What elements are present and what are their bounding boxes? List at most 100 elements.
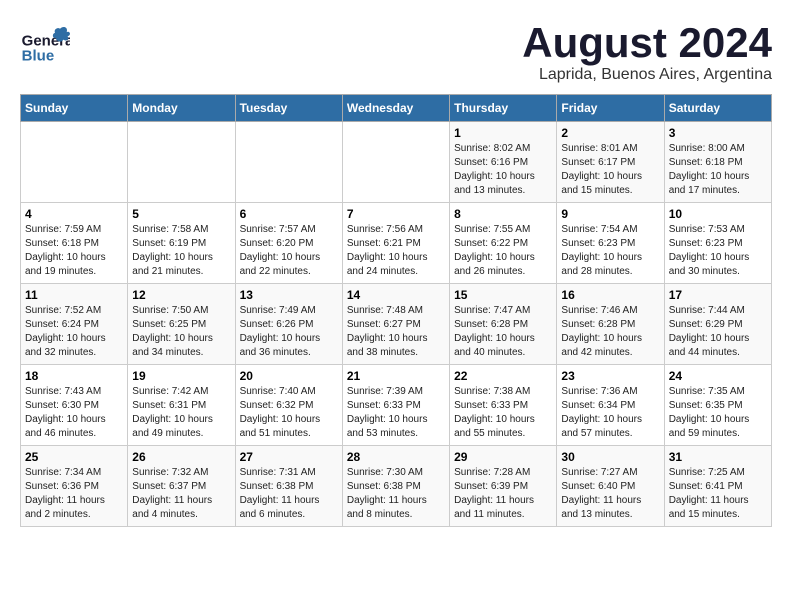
title-block: August 2024 Laprida, Buenos Aires, Argen… (522, 20, 772, 84)
day-number: 24 (669, 369, 767, 383)
day-number: 17 (669, 288, 767, 302)
day-number: 31 (669, 450, 767, 464)
day-info: Sunrise: 8:00 AM Sunset: 6:18 PM Dayligh… (669, 142, 767, 198)
calendar-cell (235, 122, 342, 203)
day-number: 4 (25, 207, 123, 221)
day-info: Sunrise: 7:55 AM Sunset: 6:22 PM Dayligh… (454, 223, 552, 279)
day-number: 13 (240, 288, 338, 302)
calendar-cell: 2 Sunrise: 8:01 AM Sunset: 6:17 PM Daylig… (557, 122, 664, 203)
weekday-header-row: SundayMondayTuesdayWednesdayThursdayFrid… (21, 95, 772, 122)
day-info: Sunrise: 7:58 AM Sunset: 6:19 PM Dayligh… (132, 223, 230, 279)
calendar-week-row: 1Sunrise: 8:02 AM Sunset: 6:16 PM Daylig… (21, 122, 772, 203)
day-number: 15 (454, 288, 552, 302)
calendar-cell: 16 Sunrise: 7:46 AM Sunset: 6:28 PM Dayli… (557, 284, 664, 365)
day-number: 9 (561, 207, 659, 221)
day-info: Sunrise: 7:32 AM Sunset: 6:37 PM Dayligh… (132, 466, 230, 522)
calendar-cell: 3 Sunrise: 8:00 AM Sunset: 6:18 PM Daylig… (664, 122, 771, 203)
calendar-cell: 24 Sunrise: 7:35 AM Sunset: 6:35 PM Dayli… (664, 365, 771, 446)
weekday-header-friday: Friday (557, 95, 664, 122)
calendar-cell: 4 Sunrise: 7:59 AM Sunset: 6:18 PM Daylig… (21, 203, 128, 284)
calendar-cell: 15Sunrise: 7:47 AM Sunset: 6:28 PM Dayli… (450, 284, 557, 365)
day-number: 2 (561, 126, 659, 140)
day-info: Sunrise: 7:59 AM Sunset: 6:18 PM Dayligh… (25, 223, 123, 279)
calendar-cell: 20 Sunrise: 7:40 AM Sunset: 6:32 PM Dayli… (235, 365, 342, 446)
weekday-header-tuesday: Tuesday (235, 95, 342, 122)
calendar-cell: 26Sunrise: 7:32 AM Sunset: 6:37 PM Dayli… (128, 446, 235, 527)
day-info: Sunrise: 7:46 AM Sunset: 6:28 PM Dayligh… (561, 304, 659, 360)
page-subtitle: Laprida, Buenos Aires, Argentina (522, 66, 772, 84)
day-info: Sunrise: 7:31 AM Sunset: 6:38 PM Dayligh… (240, 466, 338, 522)
day-info: Sunrise: 7:43 AM Sunset: 6:30 PM Dayligh… (25, 385, 123, 441)
day-info: Sunrise: 7:56 AM Sunset: 6:21 PM Dayligh… (347, 223, 445, 279)
day-number: 5 (132, 207, 230, 221)
day-number: 12 (132, 288, 230, 302)
calendar-cell: 9 Sunrise: 7:54 AM Sunset: 6:23 PM Daylig… (557, 203, 664, 284)
calendar-cell: 30Sunrise: 7:27 AM Sunset: 6:40 PM Dayli… (557, 446, 664, 527)
weekday-header-saturday: Saturday (664, 95, 771, 122)
logo-icon: General Blue (20, 20, 70, 70)
calendar-cell: 23Sunrise: 7:36 AM Sunset: 6:34 PM Dayli… (557, 365, 664, 446)
day-number: 7 (347, 207, 445, 221)
calendar-cell: 31 Sunrise: 7:25 AM Sunset: 6:41 PM Dayli… (664, 446, 771, 527)
calendar-cell: 28 Sunrise: 7:30 AM Sunset: 6:38 PM Dayli… (342, 446, 449, 527)
day-info: Sunrise: 7:38 AM Sunset: 6:33 PM Dayligh… (454, 385, 552, 441)
day-number: 20 (240, 369, 338, 383)
calendar-cell: 14Sunrise: 7:48 AM Sunset: 6:27 PM Dayli… (342, 284, 449, 365)
calendar-cell: 10 Sunrise: 7:53 AM Sunset: 6:23 PM Dayli… (664, 203, 771, 284)
day-info: Sunrise: 7:30 AM Sunset: 6:38 PM Dayligh… (347, 466, 445, 522)
calendar-cell (342, 122, 449, 203)
calendar-week-row: 18 Sunrise: 7:43 AM Sunset: 6:30 PM Dayli… (21, 365, 772, 446)
calendar-cell: 18 Sunrise: 7:43 AM Sunset: 6:30 PM Dayli… (21, 365, 128, 446)
day-info: Sunrise: 7:50 AM Sunset: 6:25 PM Dayligh… (132, 304, 230, 360)
calendar-cell: 13 Sunrise: 7:49 AM Sunset: 6:26 PM Dayli… (235, 284, 342, 365)
calendar-cell: 8Sunrise: 7:55 AM Sunset: 6:22 PM Daylig… (450, 203, 557, 284)
calendar-cell: 21 Sunrise: 7:39 AM Sunset: 6:33 PM Dayli… (342, 365, 449, 446)
day-info: Sunrise: 7:28 AM Sunset: 6:39 PM Dayligh… (454, 466, 552, 522)
calendar-cell: 7 Sunrise: 7:56 AM Sunset: 6:21 PM Daylig… (342, 203, 449, 284)
day-info: Sunrise: 7:54 AM Sunset: 6:23 PM Dayligh… (561, 223, 659, 279)
day-info: Sunrise: 7:42 AM Sunset: 6:31 PM Dayligh… (132, 385, 230, 441)
day-info: Sunrise: 7:34 AM Sunset: 6:36 PM Dayligh… (25, 466, 123, 522)
day-number: 18 (25, 369, 123, 383)
day-info: Sunrise: 8:01 AM Sunset: 6:17 PM Dayligh… (561, 142, 659, 198)
day-number: 29 (454, 450, 552, 464)
page-title: August 2024 (522, 20, 772, 66)
calendar-cell (128, 122, 235, 203)
day-number: 30 (561, 450, 659, 464)
day-number: 3 (669, 126, 767, 140)
day-number: 28 (347, 450, 445, 464)
day-number: 16 (561, 288, 659, 302)
day-info: Sunrise: 7:57 AM Sunset: 6:20 PM Dayligh… (240, 223, 338, 279)
calendar-cell: 11Sunrise: 7:52 AM Sunset: 6:24 PM Dayli… (21, 284, 128, 365)
day-number: 19 (132, 369, 230, 383)
weekday-header-wednesday: Wednesday (342, 95, 449, 122)
day-info: Sunrise: 7:25 AM Sunset: 6:41 PM Dayligh… (669, 466, 767, 522)
day-info: Sunrise: 7:48 AM Sunset: 6:27 PM Dayligh… (347, 304, 445, 360)
weekday-header-sunday: Sunday (21, 95, 128, 122)
day-number: 21 (347, 369, 445, 383)
calendar-cell: 25Sunrise: 7:34 AM Sunset: 6:36 PM Dayli… (21, 446, 128, 527)
day-number: 11 (25, 288, 123, 302)
day-number: 22 (454, 369, 552, 383)
day-info: Sunrise: 7:44 AM Sunset: 6:29 PM Dayligh… (669, 304, 767, 360)
calendar-week-row: 11Sunrise: 7:52 AM Sunset: 6:24 PM Dayli… (21, 284, 772, 365)
day-number: 23 (561, 369, 659, 383)
svg-text:Blue: Blue (22, 47, 55, 64)
calendar-week-row: 4 Sunrise: 7:59 AM Sunset: 6:18 PM Daylig… (21, 203, 772, 284)
day-info: Sunrise: 7:53 AM Sunset: 6:23 PM Dayligh… (669, 223, 767, 279)
day-info: Sunrise: 7:35 AM Sunset: 6:35 PM Dayligh… (669, 385, 767, 441)
calendar-cell: 29 Sunrise: 7:28 AM Sunset: 6:39 PM Dayli… (450, 446, 557, 527)
weekday-header-thursday: Thursday (450, 95, 557, 122)
day-info: Sunrise: 7:40 AM Sunset: 6:32 PM Dayligh… (240, 385, 338, 441)
day-info: Sunrise: 7:39 AM Sunset: 6:33 PM Dayligh… (347, 385, 445, 441)
page-header: General Blue August 2024 Laprida, Buenos… (20, 20, 772, 84)
day-number: 10 (669, 207, 767, 221)
calendar-cell: 27 Sunrise: 7:31 AM Sunset: 6:38 PM Dayli… (235, 446, 342, 527)
calendar-week-row: 25Sunrise: 7:34 AM Sunset: 6:36 PM Dayli… (21, 446, 772, 527)
calendar-cell: 12 Sunrise: 7:50 AM Sunset: 6:25 PM Dayli… (128, 284, 235, 365)
day-number: 27 (240, 450, 338, 464)
calendar-cell: 1Sunrise: 8:02 AM Sunset: 6:16 PM Daylig… (450, 122, 557, 203)
calendar-cell (21, 122, 128, 203)
day-info: Sunrise: 8:02 AM Sunset: 6:16 PM Dayligh… (454, 142, 552, 198)
day-info: Sunrise: 7:49 AM Sunset: 6:26 PM Dayligh… (240, 304, 338, 360)
